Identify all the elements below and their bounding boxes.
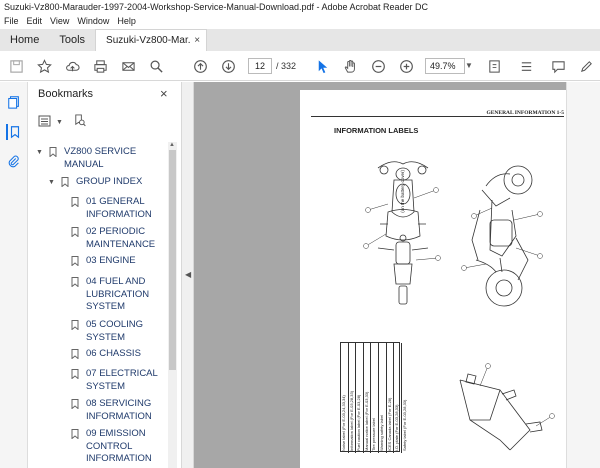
bookmarks-title: Bookmarks — [38, 88, 94, 100]
options-menu-icon[interactable] — [38, 115, 54, 130]
save-icon[interactable] — [6, 56, 26, 76]
collapse-icon[interactable]: ▼ — [48, 177, 55, 190]
scroll-mode-icon[interactable] — [516, 56, 536, 76]
attachment-icon[interactable] — [6, 154, 22, 170]
bookmark-label: 05 COOLING SYSTEM — [86, 319, 144, 343]
panel-splitter[interactable]: ◀ — [181, 82, 194, 468]
right-tools-pane — [566, 82, 600, 468]
page-up-icon[interactable] — [190, 56, 210, 76]
hand-icon[interactable] — [340, 56, 360, 76]
cloud-upload-icon[interactable] — [62, 56, 82, 76]
tab-document-label: Suzuki-Vz800-Mar... — [106, 35, 191, 46]
bookmarks-panel: Bookmarks × ▼ ▼ VZ800 SERVICE MANUAL ▼ G… — [28, 82, 181, 468]
label-row: Safety label (For E-03,28,33) — [401, 399, 407, 451]
bookmark-label: 03 ENGINE — [86, 255, 136, 266]
navigation-rail — [0, 82, 28, 468]
pdf-page: GENERAL INFORMATION 1-5 INFORMATION LABE… — [300, 90, 566, 468]
page-number-input[interactable]: 12 — [248, 58, 272, 74]
bookmark-label: VZ800 SERVICE MANUAL — [64, 146, 137, 170]
label-row: I.D. plate (For E-03,28,33) — [394, 343, 402, 453]
bookmark-label: 09 EMISSION CONTROL INFORMATION — [86, 428, 152, 464]
zoom-dropdown-icon[interactable]: ▼ — [465, 58, 477, 74]
bookmark-icon — [71, 256, 79, 266]
battery-cover-note: (on the battery cover) — [400, 170, 405, 213]
menu-file[interactable]: File — [0, 14, 23, 29]
bookmark-label: GROUP INDEX — [76, 176, 143, 187]
menu-edit[interactable]: Edit — [23, 14, 47, 29]
document-view[interactable]: GENERAL INFORMATION 1-5 INFORMATION LABE… — [194, 82, 566, 468]
labels-table: Noise label (For E-03,24,33,34) Informat… — [340, 342, 407, 453]
email-icon[interactable] — [118, 56, 138, 76]
tab-document[interactable]: Suzuki-Vz800-Mar... × — [95, 29, 208, 51]
tab-bar: Home Tools Suzuki-Vz800-Mar... × — [0, 29, 600, 51]
print-icon[interactable] — [90, 56, 110, 76]
bookmark-label: 02 PERIODIC MAINTENANCE — [86, 226, 156, 250]
frame-illustration — [459, 363, 555, 451]
main-toolbar: 12 / 332 49.7% ▼ — [0, 51, 600, 81]
find-bookmark-icon[interactable] — [73, 114, 86, 130]
section-title: INFORMATION LABELS — [334, 126, 419, 135]
page-total: / 332 — [276, 61, 297, 71]
star-icon[interactable] — [34, 56, 54, 76]
bookmark-label: 04 FUEL AND LUBRICATION SYSTEM — [86, 276, 150, 312]
label-row: Information label (For E-03,28,33) — [348, 343, 357, 453]
chevron-down-icon[interactable]: ▼ — [56, 119, 63, 126]
fit-page-icon[interactable] — [484, 56, 504, 76]
pen-icon[interactable] — [576, 56, 596, 76]
menu-bar: File Edit View Window Help — [0, 14, 600, 29]
search-icon[interactable] — [146, 56, 166, 76]
bookmark-icon — [71, 277, 79, 287]
page-thumbnails-icon[interactable] — [6, 94, 22, 110]
label-row: Warning safety label — [378, 343, 387, 453]
tab-tools[interactable]: Tools — [49, 29, 95, 51]
bookmark-icon — [49, 147, 57, 157]
bookmark-icon — [71, 429, 79, 439]
bookmark-icon — [61, 177, 69, 187]
scrollbar-thumb[interactable] — [169, 150, 176, 370]
bookmark-icon — [71, 369, 79, 379]
menu-view[interactable]: View — [46, 14, 73, 29]
comment-icon[interactable] — [548, 56, 568, 76]
bookmark-icon[interactable] — [6, 124, 22, 140]
bookmark-icon — [71, 320, 79, 330]
bookmark-label: 01 GENERAL INFORMATION — [86, 196, 152, 220]
collapse-icon[interactable]: ▼ — [36, 147, 43, 160]
zoom-in-icon[interactable] — [396, 56, 416, 76]
menu-window[interactable]: Window — [73, 14, 113, 29]
bookmark-icon — [71, 399, 79, 409]
cursor-icon[interactable] — [312, 56, 332, 76]
bookmark-label: 07 ELECTRICAL SYSTEM — [86, 368, 158, 392]
bookmark-icon — [71, 349, 79, 359]
tab-home[interactable]: Home — [0, 29, 49, 51]
bookmark-icon — [71, 197, 79, 207]
label-row: ICES Canada label (For E-28) — [386, 343, 395, 453]
bookmarks-toolbar: ▼ — [38, 114, 86, 130]
page-down-icon[interactable] — [218, 56, 238, 76]
close-icon[interactable]: × — [160, 86, 168, 101]
bookmark-label: 06 CHASSIS — [86, 348, 141, 359]
header-rule — [311, 116, 564, 117]
zoom-level-input[interactable]: 49.7% — [425, 58, 465, 74]
scroll-up-icon[interactable]: ▲ — [169, 142, 175, 148]
bookmarks-scrollbar[interactable]: ▲ — [168, 142, 177, 468]
window-title: Suzuki-Vz800-Marauder-1997-2004-Workshop… — [0, 0, 600, 14]
label-row: Manual notice label (For E-03,33) — [363, 343, 372, 453]
label-row: Tire pressure label — [371, 343, 379, 453]
bookmark-icon — [71, 227, 79, 237]
label-row: Noise label (For E-03,24,33,34) — [341, 343, 349, 453]
bookmark-list: ▼ VZ800 SERVICE MANUAL ▼ GROUP INDEX 01 … — [28, 142, 168, 468]
menu-help[interactable]: Help — [113, 14, 140, 29]
tab-close-icon[interactable]: × — [194, 35, 200, 46]
label-row: Fuel caution label (For E-03,28) — [356, 343, 364, 453]
zoom-out-icon[interactable] — [368, 56, 388, 76]
motorcycle-side-view-illustration — [461, 165, 543, 307]
collapse-panel-icon[interactable]: ◀ — [185, 270, 191, 279]
bookmark-label: 08 SERVICING INFORMATION — [86, 398, 152, 422]
